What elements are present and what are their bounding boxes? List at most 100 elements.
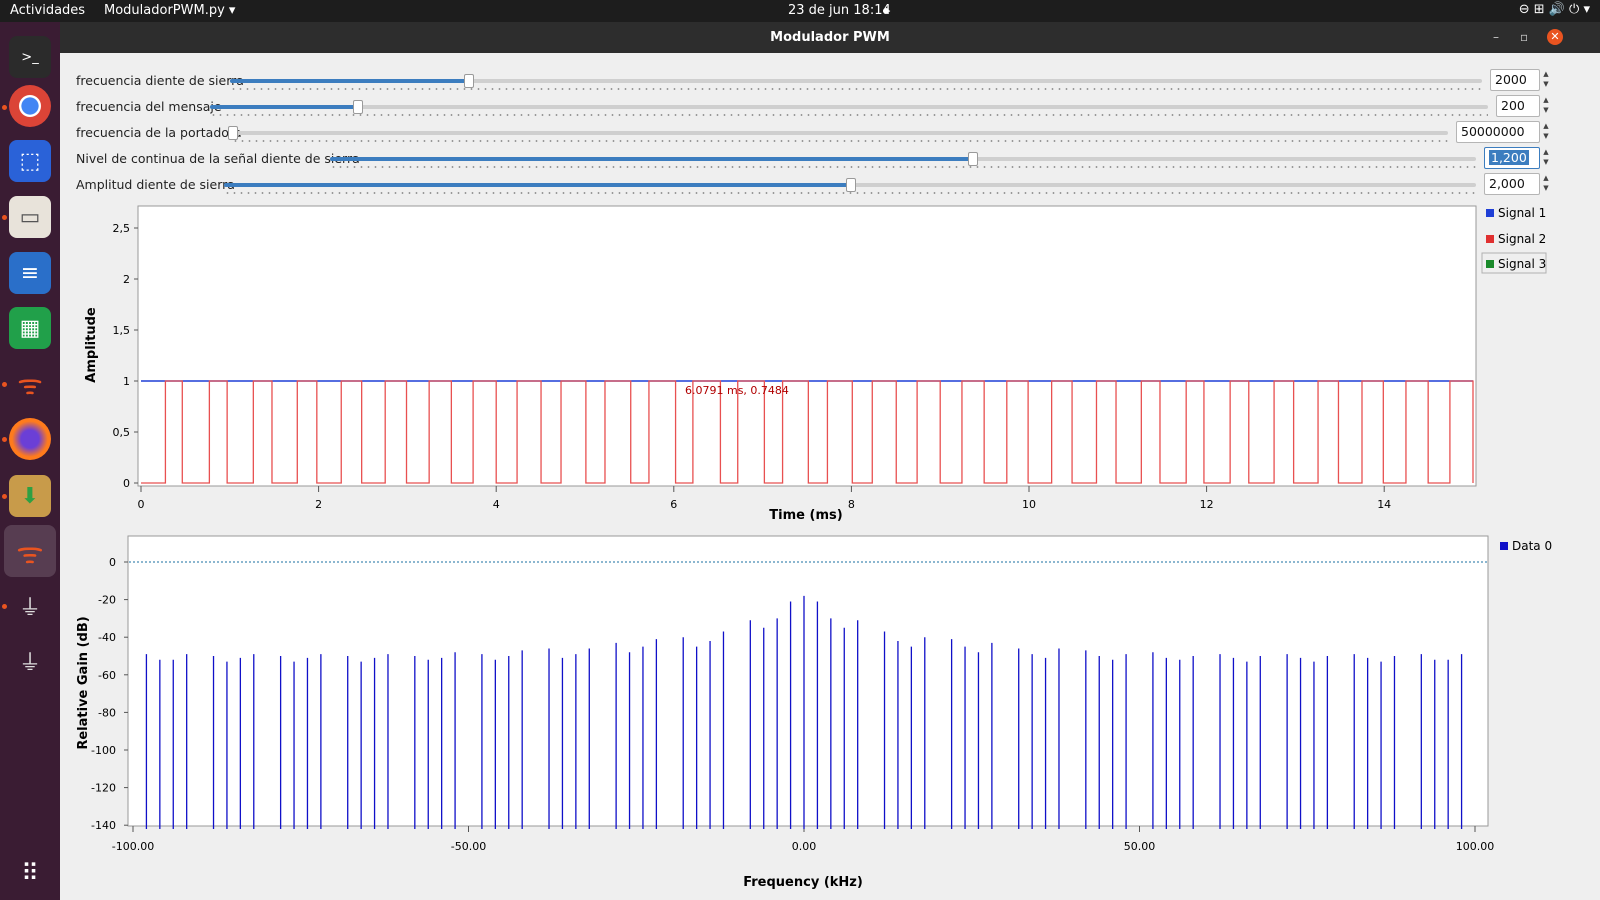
app-grid-icon[interactable]: ⠿ [9, 852, 51, 894]
x-tick-label: 4 [493, 498, 500, 511]
legend-signal-2[interactable]: Signal 2 [1498, 232, 1546, 246]
slider[interactable] [224, 178, 1476, 192]
slider-ticks [224, 192, 1476, 194]
y-tick-label: 2 [123, 273, 130, 286]
slider[interactable] [228, 126, 1448, 140]
terminal-icon[interactable]: >_ [9, 36, 51, 78]
value-spinbox[interactable]: 200 [1496, 95, 1540, 117]
window-titlebar[interactable]: Modulador PWM – ▫ ✕ [60, 22, 1600, 53]
control-label: frecuencia del mensaje [76, 99, 222, 114]
slider-handle[interactable] [352, 100, 363, 114]
legend-signal-3[interactable]: Signal 3 [1498, 257, 1546, 271]
close-button[interactable]: ✕ [1547, 29, 1563, 45]
calc-icon[interactable]: ▦ [9, 307, 51, 349]
usb-drive-icon[interactable]: ⏚ [9, 640, 51, 682]
slider-ticks [330, 166, 1476, 168]
slider[interactable] [330, 152, 1476, 166]
y-tick-label: -80 [98, 706, 116, 719]
y-tick-label: 0 [109, 556, 116, 569]
control-label: Amplitud diente de sierra [76, 177, 235, 192]
spin-arrows-icon[interactable]: ▲ ▼ [1540, 95, 1552, 115]
value-spinbox[interactable]: 1,200 [1484, 147, 1540, 169]
maximize-button[interactable]: ▫ [1520, 30, 1528, 44]
slider-fill [230, 79, 468, 83]
signal-1-swatch [1486, 209, 1494, 217]
archive-install-icon[interactable]: ⬇ [9, 475, 51, 517]
time-x-label: Time (ms) [769, 508, 842, 523]
app-menu[interactable]: ModuladorPWM.py ▾ [104, 3, 235, 18]
running-indicator [2, 105, 7, 110]
slider-handle[interactable] [846, 178, 856, 192]
y-tick-label: 2,5 [113, 222, 131, 235]
slider-handle[interactable] [967, 152, 978, 166]
slider-handle[interactable] [463, 74, 474, 88]
control-label: Nivel de continua de la señal diente de … [76, 151, 360, 166]
running-indicator [2, 494, 7, 499]
x-tick-label: 2 [315, 498, 322, 511]
usb-drive-icon[interactable]: ⏚ [9, 585, 51, 627]
notification-dot [883, 8, 889, 14]
screenshot-icon[interactable]: ⬚ [9, 140, 51, 182]
spinbox-value: 50000000 [1461, 124, 1525, 139]
minimize-button[interactable]: – [1493, 30, 1499, 44]
value-spinbox[interactable]: 50000000 [1456, 121, 1540, 143]
slider-ticks [210, 114, 1488, 116]
x-tick-label: 6 [670, 498, 677, 511]
signal-2-swatch [1486, 235, 1494, 243]
slider-ticks [230, 88, 1482, 90]
control-label: frecuencia diente de sierra [76, 73, 244, 88]
spin-arrows-icon[interactable]: ▲ ▼ [1540, 121, 1552, 141]
freq-x-label: Frequency (kHz) [743, 875, 863, 890]
firefox-icon[interactable] [9, 418, 51, 460]
gnuradio-icon[interactable]: ᯤ [9, 363, 51, 405]
files-icon[interactable]: ▭ [9, 196, 51, 238]
y-tick-label: -20 [98, 594, 116, 607]
y-tick-label: -140 [91, 819, 116, 832]
control-label: frecuencia de la portadora [76, 125, 242, 140]
freq-plot-canvas[interactable] [127, 535, 1489, 827]
spin-arrows-icon[interactable]: ▲ ▼ [1540, 69, 1552, 89]
clock[interactable]: 23 de jun 18:14 [788, 3, 891, 18]
y-tick-label: 1 [123, 375, 130, 388]
system-tray[interactable]: ⊖ ⊞ 🔊 ⏻ ▾ [1519, 2, 1590, 17]
legend-signal-1[interactable]: Signal 1 [1498, 206, 1546, 220]
window-content: frecuencia diente de sierra 2000 ▲ ▼ frec… [60, 53, 1600, 900]
spin-arrows-icon[interactable]: ▲ ▼ [1540, 173, 1552, 193]
running-indicator [2, 604, 7, 609]
y-tick-label: -40 [98, 631, 116, 644]
writer-icon[interactable]: ≡ [9, 252, 51, 294]
value-spinbox[interactable]: 2000 [1490, 69, 1540, 91]
time-domain-plot[interactable]: 0 0,5 1 1,5 2 2,5 0 2 4 6 8 10 12 14 6.0791 ms, 0.74… [60, 203, 1600, 533]
time-y-label: Amplitude [84, 307, 99, 383]
gnuradio-active-icon[interactable]: ᯤ [4, 525, 56, 577]
x-tick-label: 12 [1200, 498, 1214, 511]
control-row: frecuencia de la portadora 50000000 ▲ ▼ [60, 119, 1600, 145]
control-row: Nivel de continua de la señal diente de … [60, 145, 1600, 171]
activities-button[interactable]: Actividades [10, 3, 85, 18]
slider[interactable] [210, 100, 1488, 114]
spinbox-value: 2000 [1495, 72, 1527, 87]
spinbox-value: 1,200 [1489, 150, 1529, 165]
signal-3-swatch [1486, 260, 1494, 268]
running-indicator [2, 437, 7, 442]
running-indicator [2, 215, 7, 220]
slider-fill [210, 105, 357, 109]
slider-fill [330, 157, 972, 161]
top-bar: Actividades ModuladorPWM.py ▾ 23 de jun … [0, 0, 1600, 22]
legend-data-0[interactable]: Data 0 [1512, 539, 1552, 553]
slider[interactable] [230, 74, 1482, 88]
spin-arrows-icon[interactable]: ▲ ▼ [1540, 147, 1552, 167]
x-tick-label: 0.00 [792, 840, 817, 853]
x-tick-label: 14 [1377, 498, 1391, 511]
value-spinbox[interactable]: 2,000 [1484, 173, 1540, 195]
y-tick-label: -100 [91, 744, 116, 757]
time-plot-canvas[interactable] [137, 205, 1477, 487]
frequency-domain-plot[interactable]: 0 -20 -40 -60 -80 -100 -120 -140 -100.00 -50.00 0… [60, 533, 1600, 900]
chrome-icon[interactable] [9, 85, 51, 127]
freq-y-label: Relative Gain (dB) [76, 616, 91, 749]
time-y-axis: 0 0,5 1 1,5 2 2,5 [113, 222, 138, 490]
cursor-readout: 6.0791 ms, 0.7484 [685, 384, 789, 397]
running-indicator [2, 382, 7, 387]
y-tick-label: -120 [91, 782, 116, 795]
slider-handle[interactable] [228, 126, 238, 140]
